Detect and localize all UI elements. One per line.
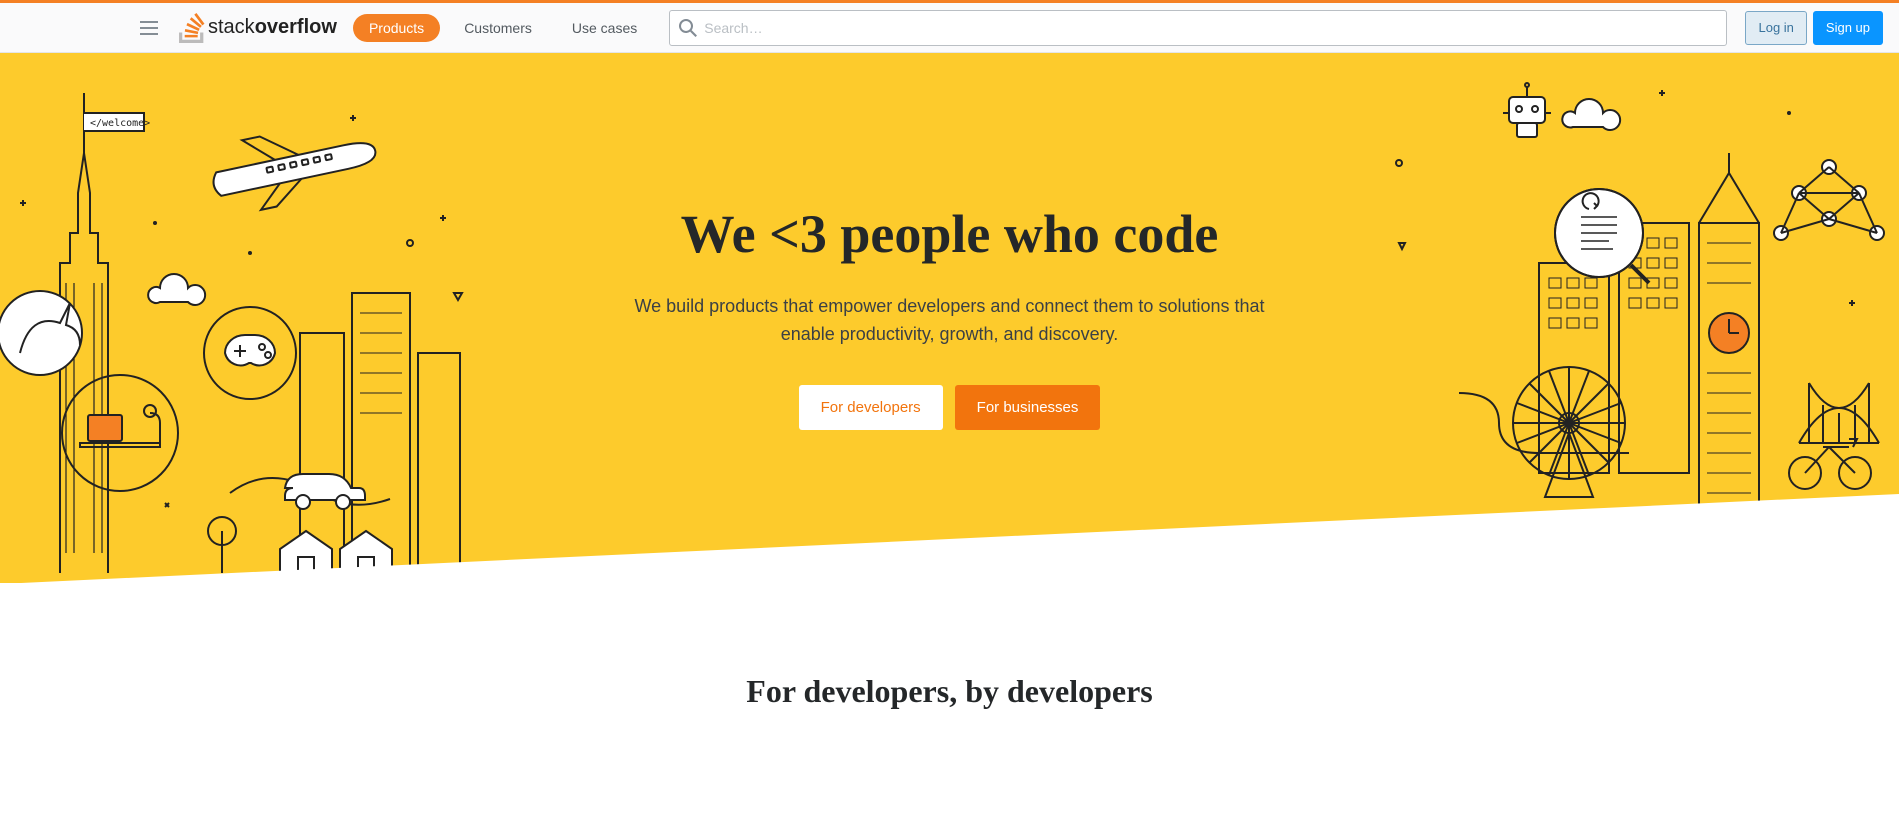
welcome-flag-text: </welcome> — [90, 118, 150, 129]
nav-usecases[interactable]: Use cases — [556, 14, 653, 42]
header: stackoverflow Products Customers Use cas… — [0, 3, 1899, 53]
nav-customers[interactable]: Customers — [448, 14, 548, 42]
login-button[interactable]: Log in — [1745, 11, 1806, 45]
for-developers-button[interactable]: For developers — [799, 385, 943, 430]
logo-word-2: overflow — [255, 16, 337, 38]
hero-subtitle: We build products that empower developer… — [630, 293, 1270, 349]
logo-word-1: stack — [208, 16, 255, 38]
menu-toggle[interactable] — [140, 16, 164, 40]
search-input[interactable] — [669, 10, 1727, 46]
search-container — [669, 10, 1727, 46]
hero-title: We <3 people who code — [630, 203, 1270, 265]
stackoverflow-icon — [178, 13, 206, 43]
hero-diagonal-cut — [0, 494, 1899, 583]
hero: </welcome> — [0, 53, 1899, 583]
section-title: For developers, by developers — [0, 673, 1899, 710]
search-icon — [679, 19, 697, 37]
for-developers-section: For developers, by developers — [0, 583, 1899, 750]
nav-products[interactable]: Products — [353, 14, 440, 42]
for-businesses-button[interactable]: For businesses — [955, 385, 1101, 430]
logo[interactable]: stackoverflow — [178, 13, 337, 43]
signup-button[interactable]: Sign up — [1813, 11, 1883, 45]
